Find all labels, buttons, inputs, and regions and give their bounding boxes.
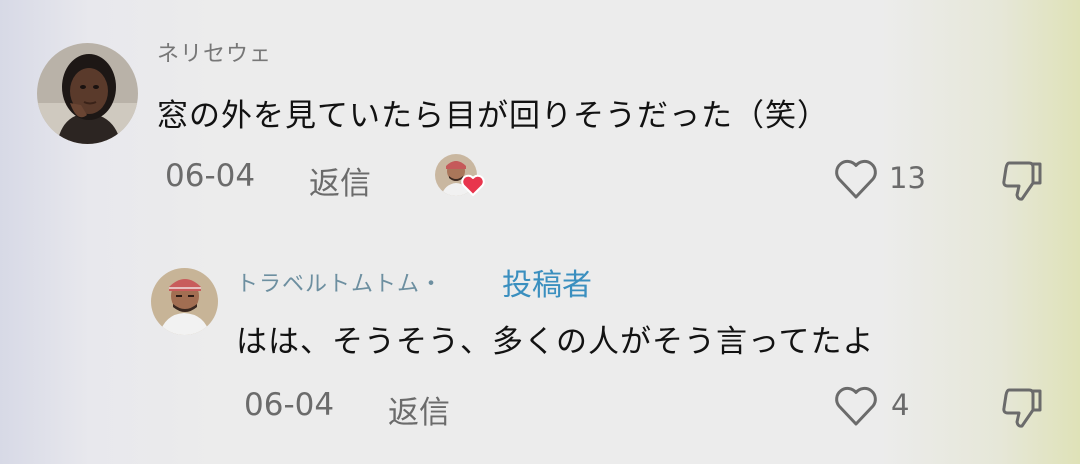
author-badge: 投稿者 bbox=[502, 268, 592, 303]
reply-reply-button[interactable]: 返信 bbox=[388, 387, 450, 432]
reply-avatar[interactable] bbox=[151, 268, 218, 335]
commenter-username[interactable]: ネリセウェ bbox=[157, 36, 272, 68]
like-count: 13 bbox=[889, 161, 926, 195]
like-heart-icon[interactable] bbox=[832, 157, 880, 201]
reply-like-heart-icon[interactable] bbox=[832, 384, 880, 428]
reply-text: はは、そうそう、多くの人がそう言ってたよ bbox=[236, 324, 875, 360]
comment-text: 窓の外を見ていたら目が回りそうだった（笑） bbox=[157, 98, 829, 134]
commenter-avatar[interactable] bbox=[37, 43, 138, 144]
reply-date: 06-04 bbox=[244, 387, 335, 423]
heart-icon bbox=[460, 173, 486, 197]
reply-dislike-icon[interactable] bbox=[995, 382, 1045, 432]
comment-date: 06-04 bbox=[165, 158, 256, 194]
reply-button[interactable]: 返信 bbox=[309, 158, 371, 203]
reply-username[interactable]: トラベルトムトム・ bbox=[236, 266, 443, 298]
reply-like-count: 4 bbox=[891, 388, 910, 422]
dislike-icon[interactable] bbox=[995, 155, 1045, 205]
